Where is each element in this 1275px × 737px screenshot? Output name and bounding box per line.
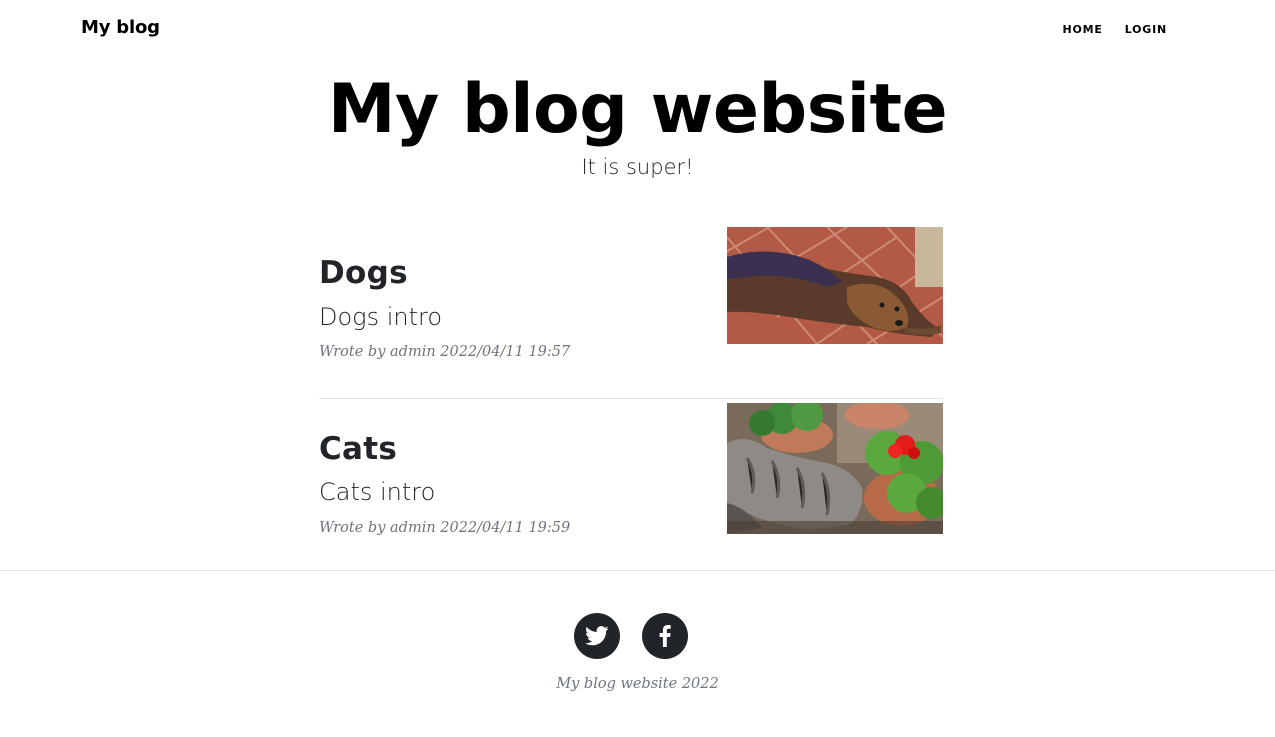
cat-with-flowers-photo-icon [727, 403, 943, 534]
page-title: My blog website [327, 70, 948, 149]
post-divider [319, 398, 943, 399]
nav-link-home[interactable]: HOME [1062, 23, 1102, 36]
page-subtitle: It is super! [581, 155, 694, 179]
brand-link[interactable]: My blog [81, 17, 160, 38]
post-thumbnail[interactable] [727, 227, 943, 344]
post-preview: Dogs Dogs intro Wrote by admin 2022/04/1… [319, 227, 943, 377]
footer-divider [0, 570, 1275, 571]
navbar: My blog HOME LOGIN [0, 0, 1275, 60]
facebook-link[interactable] [642, 613, 688, 659]
post-title-link[interactable]: Cats [319, 431, 397, 467]
post-preview: Cats Cats intro Wrote by admin 2022/04/1… [319, 403, 943, 553]
post-thumbnail[interactable] [727, 403, 943, 534]
twitter-link[interactable] [574, 613, 620, 659]
footer-copyright: My blog website 2022 [556, 676, 719, 692]
hero-header: My blog website It is super! [0, 70, 1275, 179]
nav-links: HOME LOGIN [1062, 23, 1167, 36]
dog-photo-icon [727, 227, 943, 344]
facebook-icon [659, 625, 671, 647]
nav-link-login[interactable]: LOGIN [1125, 23, 1167, 36]
post-meta: Wrote by admin 2022/04/11 19:57 [319, 344, 571, 360]
post-intro: Cats intro [319, 478, 436, 506]
post-meta: Wrote by admin 2022/04/11 19:59 [319, 520, 571, 536]
twitter-icon [585, 626, 609, 646]
post-title-link[interactable]: Dogs [319, 255, 408, 291]
post-intro: Dogs intro [319, 303, 443, 331]
